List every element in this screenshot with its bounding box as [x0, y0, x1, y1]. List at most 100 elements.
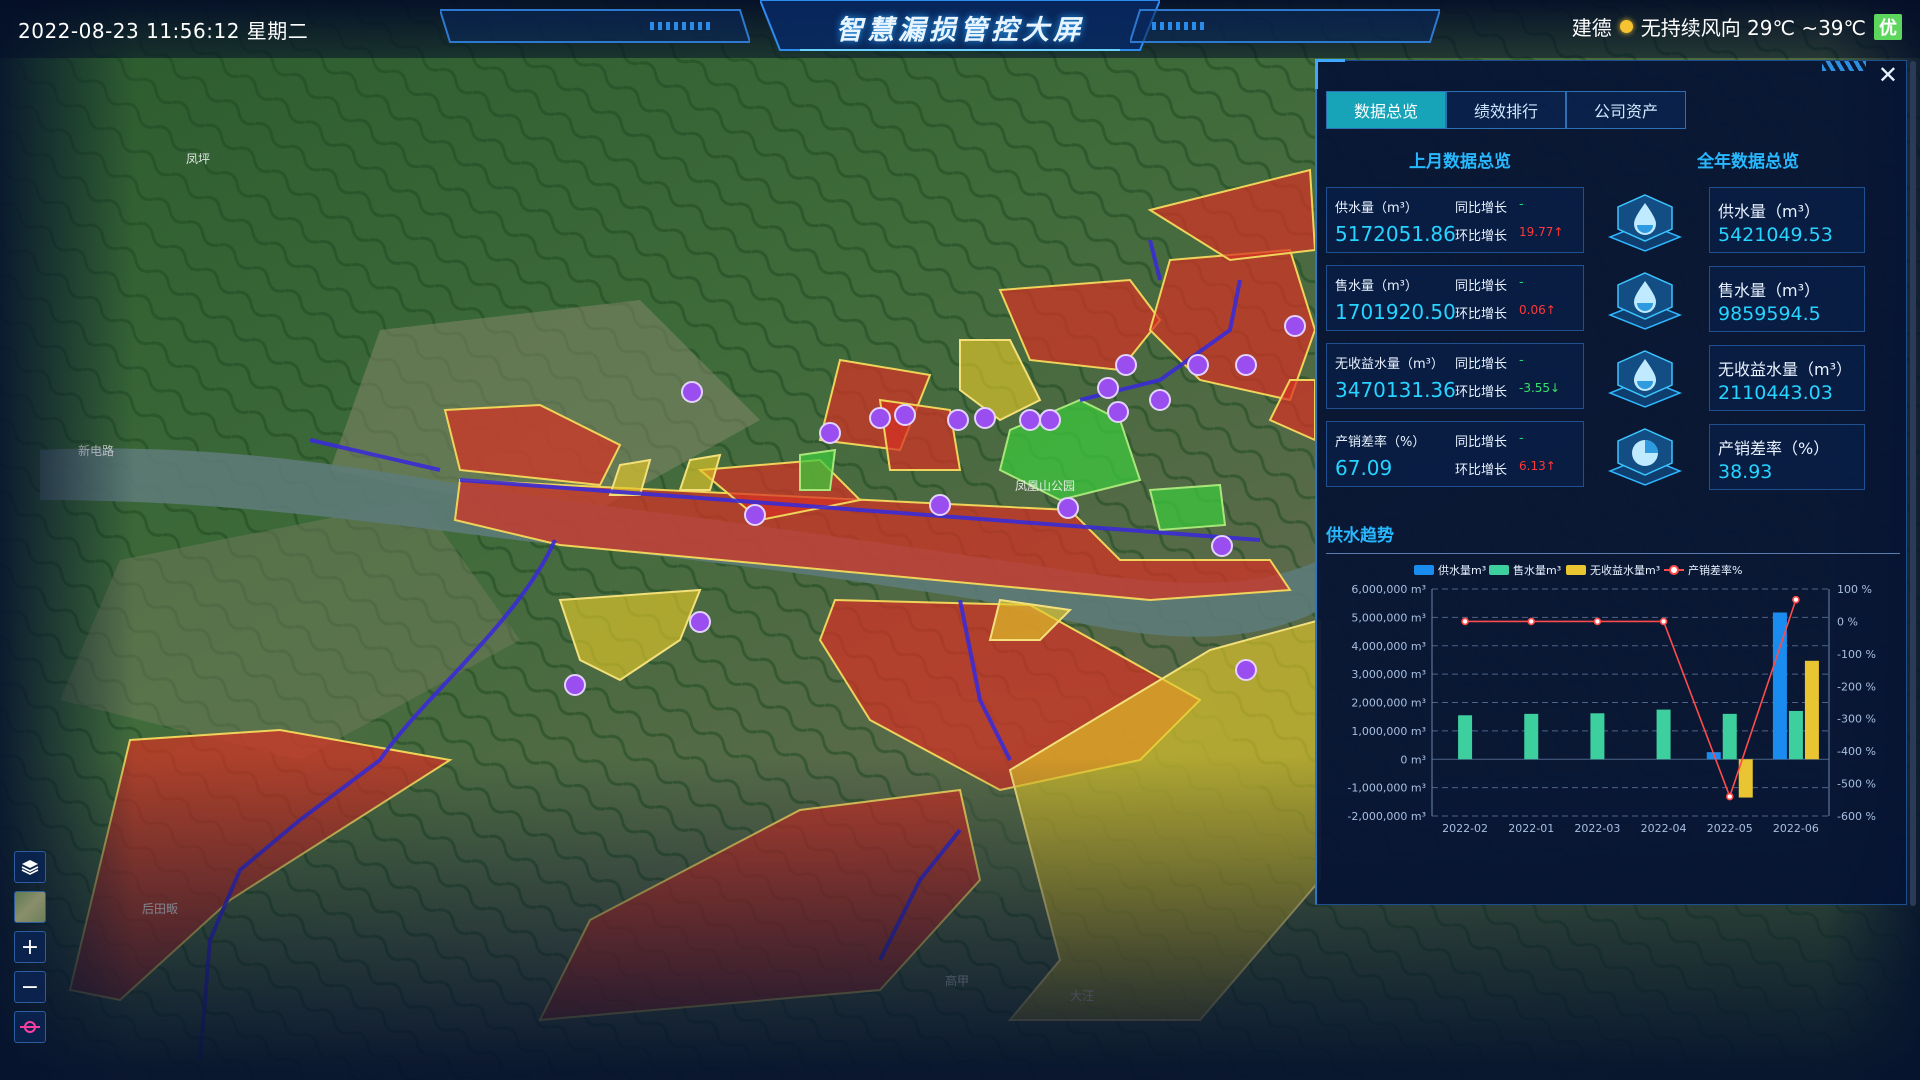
basemap-switch-button[interactable] — [14, 891, 46, 923]
bar — [1524, 713, 1539, 760]
metric-label: 产销差率（%） — [1718, 439, 1830, 458]
close-icon[interactable]: ✕ — [1878, 61, 1898, 89]
line-point — [1725, 792, 1734, 801]
panel-corner-deco — [1315, 59, 1345, 89]
metric-value: 5421049.53 — [1718, 224, 1833, 246]
datetime-display: 2022-08-23 11:56:12 星期二 — [18, 19, 309, 43]
measure-icon[interactable] — [14, 1011, 46, 1043]
year-title: 全年数据总览 — [1697, 152, 1799, 172]
bar — [1788, 710, 1803, 760]
city-name: 建德 — [1571, 16, 1612, 40]
supply-trend-chart[interactable]: 供水量m³ 售水量m³ 无收益水量m³ 产销差率% -2,000,000 m³ -1,00… — [1317, 556, 1907, 901]
bar — [1458, 715, 1473, 760]
layers-icon[interactable] — [14, 851, 46, 883]
bar — [1722, 713, 1737, 760]
metric-value: 9859594.5 — [1718, 303, 1821, 325]
legend-label: 售水量m³ — [1513, 563, 1561, 577]
trend-title: 供水趋势 — [1326, 526, 1394, 546]
weather-info: 建德 无持续风向 29℃ ~39℃ 优 — [1572, 12, 1902, 41]
metric-value: 38.93 — [1718, 461, 1773, 483]
metric-value: 3470131.36 — [1335, 378, 1456, 402]
metric-label: 无收益水量（m³） — [1718, 360, 1853, 379]
metric-value: 2110443.03 — [1718, 382, 1833, 404]
year-card-supply: 供水量（m³） 5421049.53 — [1709, 187, 1865, 253]
mom-value: -3.55↓ — [1519, 381, 1561, 395]
mom-value: 0.06↑ — [1519, 303, 1556, 317]
y-tick-label: 5,000,000 m³ — [1351, 611, 1426, 624]
metric-value: 1701920.50 — [1335, 300, 1456, 324]
legend-swatch — [1669, 565, 1679, 575]
metric-label: 售水量（m³） — [1335, 279, 1418, 294]
yoy-label: 同比增长 — [1455, 201, 1508, 216]
x-tick-label: 2022-04 — [1641, 822, 1687, 835]
bar — [1804, 660, 1819, 760]
y2-tick-label: -400 % — [1837, 745, 1876, 758]
yoy-value: - — [1519, 353, 1524, 368]
y-tick-label: -2,000,000 m³ — [1347, 810, 1426, 823]
map-label: 新电路 — [78, 443, 114, 458]
y-tick-label: 3,000,000 m³ — [1351, 668, 1426, 681]
y2-tick-label: 100 % — [1837, 583, 1872, 596]
y2-tick-label: -500 % — [1837, 778, 1876, 791]
tab-data-overview[interactable]: 数据总览 — [1326, 91, 1446, 129]
mom-label: 环比增长 — [1455, 385, 1508, 400]
last-month-card-sales: 售水量（m³） 1701920.50 同比增长 - 环比增长 0.06↑ — [1326, 265, 1584, 331]
legend-swatch — [1489, 565, 1509, 575]
metric-value: 67.09 — [1335, 456, 1393, 480]
map-label: 高甲 — [945, 973, 969, 988]
legend-label: 供水量m³ — [1438, 563, 1486, 577]
last-month-card-loss-rate: 产销差率（%） 67.09 同比增长 - 环比增长 6.13↑ — [1326, 421, 1584, 487]
panel-scrollbar[interactable] — [1910, 61, 1916, 906]
map-label: 凤凰山公园 — [1015, 479, 1075, 493]
x-tick-label: 2022-06 — [1773, 822, 1819, 835]
bar — [1590, 713, 1605, 760]
last-month-card-nonrevenue: 无收益水量（m³） 3470131.36 同比增长 - 环比增长 -3.55↓ — [1326, 343, 1584, 409]
x-tick-label: 2022-02 — [1442, 822, 1488, 835]
yoy-value: - — [1519, 431, 1524, 446]
page-title: 智慧漏损管控大屏 — [836, 15, 1084, 46]
y-tick-label: 6,000,000 m³ — [1351, 583, 1426, 596]
map-toolbar: + − — [14, 851, 46, 1043]
bar — [1656, 709, 1671, 760]
mom-label: 环比增长 — [1455, 463, 1508, 478]
y2-tick-label: -200 % — [1837, 680, 1876, 693]
metric-label: 无收益水量（m³） — [1335, 357, 1444, 372]
header-deco-right — [1130, 9, 1440, 43]
tab-company-assets[interactable]: 公司资产 — [1566, 91, 1686, 129]
yoy-label: 同比增长 — [1455, 279, 1508, 294]
x-tick-label: 2022-05 — [1707, 822, 1753, 835]
header-deco-left — [440, 9, 750, 43]
tab-performance-ranking[interactable]: 绩效排行 — [1446, 91, 1566, 129]
mom-label: 环比增长 — [1455, 307, 1508, 322]
year-card-nonrevenue: 无收益水量（m³） 2110443.03 — [1709, 345, 1865, 411]
dashboard-screen: 凤坪 新电路 凤凰山公园 后田畈 高甲 大汪 2022-08-23 11:56:… — [0, 0, 1920, 1080]
mom-label: 环比增长 — [1455, 229, 1508, 244]
y2-tick-label: -100 % — [1837, 648, 1876, 661]
line-point — [1461, 617, 1469, 626]
water-drop-icon — [1607, 194, 1683, 252]
legend-label: 产销差率% — [1688, 563, 1742, 577]
legend-swatch — [1566, 565, 1586, 575]
zoom-out-button[interactable]: − — [14, 971, 46, 1003]
line-point — [1593, 617, 1602, 626]
y-tick-label: 1,000,000 m³ — [1351, 725, 1426, 738]
y-tick-label: 2,000,000 m³ — [1351, 697, 1426, 710]
air-quality-badge: 优 — [1874, 13, 1902, 40]
x-tick-label: 2022-01 — [1508, 822, 1554, 835]
metric-label: 产销差率（%） — [1335, 435, 1426, 450]
map-label: 后田畈 — [142, 902, 178, 916]
trend-divider — [1326, 553, 1900, 554]
line-point — [1792, 595, 1800, 604]
weather-text: 无持续风向 29℃ ~39℃ — [1640, 16, 1866, 40]
mom-value: 19.77↑ — [1519, 225, 1564, 239]
legend-label: 无收益水量m³ — [1590, 563, 1660, 577]
y2-tick-label: -600 % — [1837, 810, 1876, 823]
metric-label: 供水量（m³） — [1335, 201, 1418, 216]
legend-swatch — [1414, 565, 1434, 575]
panel-stripes-deco — [1822, 61, 1866, 71]
x-tick-label: 2022-03 — [1574, 822, 1620, 835]
last-month-title: 上月数据总览 — [1409, 152, 1511, 172]
water-drop-icon — [1607, 350, 1683, 408]
zoom-in-button[interactable]: + — [14, 931, 46, 963]
yoy-label: 同比增长 — [1455, 357, 1508, 372]
